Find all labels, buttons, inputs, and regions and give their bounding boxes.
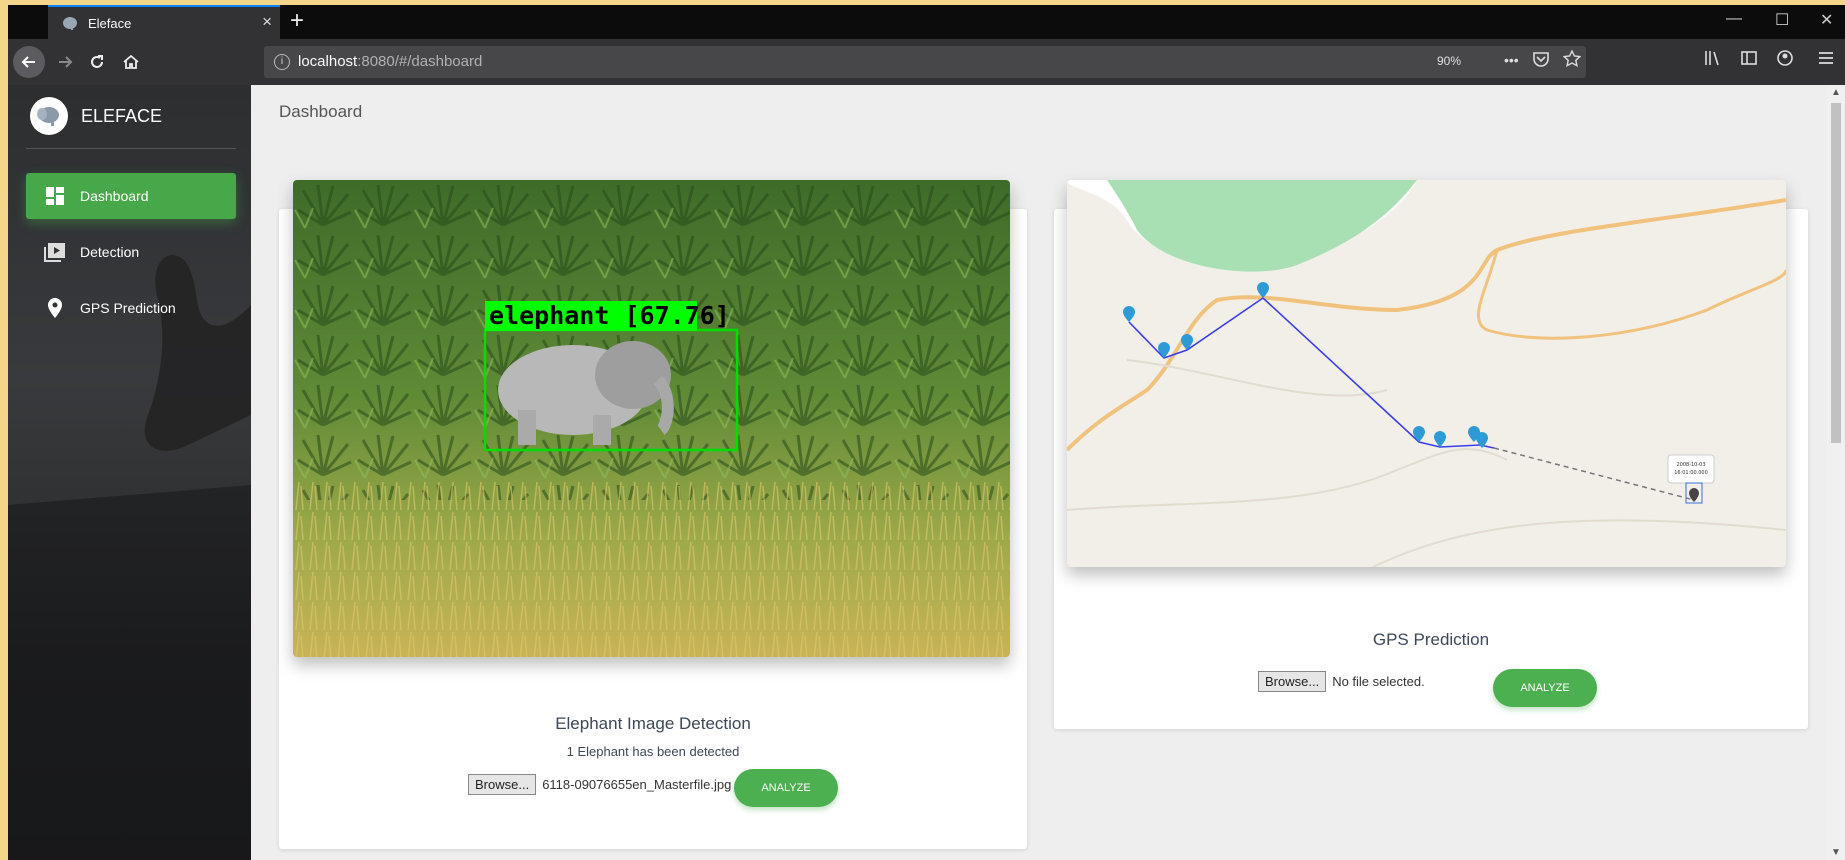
location-pin-icon xyxy=(42,297,68,319)
browser-window: Eleface × + — ☐ ✕ i localhost:8080/#/das… xyxy=(8,5,1845,860)
tab-close-button[interactable]: × xyxy=(262,12,272,32)
toolbar-icons xyxy=(1703,49,1835,72)
page-scrollbar[interactable]: ▲ ▼ xyxy=(1827,85,1845,860)
address-bar[interactable]: i localhost:8080/#/dashboard 90% ••• xyxy=(264,46,1586,78)
sidebar-item-dashboard[interactable]: Dashboard xyxy=(26,173,236,219)
info-icon[interactable]: i xyxy=(274,54,290,70)
zoom-indicator[interactable]: 90% xyxy=(1437,54,1461,68)
browse-button[interactable]: Browse... xyxy=(1258,671,1327,692)
new-tab-button[interactable]: + xyxy=(290,7,304,35)
selected-file-name: No file selected. xyxy=(1332,674,1425,689)
page-title: Dashboard xyxy=(279,102,363,121)
gps-file-input[interactable]: Browse... No file selected. xyxy=(1258,671,1425,692)
detection-image: elephant [67.76] xyxy=(293,180,1010,657)
sidebar-item-detection[interactable]: Detection xyxy=(26,229,236,275)
gps-markers xyxy=(1123,282,1488,448)
tab-bar: Eleface × + — ☐ ✕ xyxy=(8,5,1845,39)
forward-arrow-icon xyxy=(59,56,73,68)
dashboard-icon xyxy=(42,186,68,206)
back-button[interactable] xyxy=(12,39,46,85)
analyze-image-button[interactable]: ANALYZE xyxy=(734,769,838,807)
sidebar-divider xyxy=(26,148,236,149)
page-action-icons: ••• xyxy=(1504,49,1582,73)
minimize-button[interactable]: — xyxy=(1726,10,1742,28)
sidebar-item-label: Detection xyxy=(80,244,140,260)
elephant-icon xyxy=(63,17,77,30)
bookmark-star-icon[interactable] xyxy=(1562,49,1582,68)
brand-logo[interactable]: ELEFACE xyxy=(30,97,162,135)
close-window-button[interactable]: ✕ xyxy=(1820,10,1833,30)
back-arrow-icon xyxy=(13,46,45,78)
selected-file-name: 6118-09076655en_Masterfile.jpg xyxy=(542,777,732,792)
tab-eleface[interactable]: Eleface × xyxy=(48,5,280,39)
detection-result: 1 Elephant has been detected xyxy=(566,744,740,759)
home-icon xyxy=(123,54,139,69)
hamburger-menu-icon[interactable] xyxy=(1817,49,1835,67)
prediction-popup xyxy=(1667,454,1715,484)
sidebar-item-gps-prediction[interactable]: GPS Prediction xyxy=(26,285,236,331)
sidebar-item-label: GPS Prediction xyxy=(80,300,176,316)
maximize-button[interactable]: ☐ xyxy=(1775,10,1789,30)
tab-title: Eleface xyxy=(88,16,132,31)
pocket-icon[interactable] xyxy=(1532,50,1550,68)
account-icon[interactable] xyxy=(1776,49,1794,67)
scroll-down-arrow-icon[interactable]: ▼ xyxy=(1831,847,1841,858)
forward-button[interactable] xyxy=(52,39,78,85)
analyze-gps-button[interactable]: ANALYZE xyxy=(1493,669,1597,707)
svg-text:2008-10-03: 2008-10-03 xyxy=(1676,462,1705,468)
scrollbar-thumb[interactable] xyxy=(1831,103,1841,443)
library-icon[interactable] xyxy=(1703,49,1721,67)
gps-track-line xyxy=(1128,296,1495,449)
sidebar-item-label: Dashboard xyxy=(80,188,149,204)
home-button[interactable] xyxy=(118,39,144,85)
reload-icon xyxy=(91,55,103,68)
predicted-path-line xyxy=(1493,447,1695,501)
svg-text:16:01:00.000: 16:01:00.000 xyxy=(1674,470,1708,476)
reload-button[interactable] xyxy=(84,39,110,85)
detection-file-input[interactable]: Browse... 6118-09076655en_Masterfile.jpg xyxy=(468,774,731,795)
browse-button[interactable]: Browse... xyxy=(468,774,537,795)
gps-map[interactable]: 2008-10-03 16:01:00.000 xyxy=(1067,180,1786,567)
video-library-icon xyxy=(42,242,68,262)
sidebar: ELEFACE Dashboard Detection GPS Predicti xyxy=(8,85,251,860)
url-text: localhost:8080/#/dashboard xyxy=(298,53,483,70)
gps-title: GPS Prediction xyxy=(1372,630,1490,649)
scroll-up-arrow-icon[interactable]: ▲ xyxy=(1831,87,1841,98)
predicted-location-marker xyxy=(1689,488,1699,502)
sidebar-toggle-icon[interactable] xyxy=(1740,49,1758,67)
page-actions-menu-icon[interactable]: ••• xyxy=(1504,52,1519,68)
elephant-logo-icon xyxy=(30,97,68,135)
detection-label: elephant [67.76] xyxy=(489,301,730,330)
navigation-bar: i localhost:8080/#/dashboard 90% ••• xyxy=(8,39,1845,85)
detection-title: Elephant Image Detection xyxy=(555,714,751,733)
page-content: ELEFACE Dashboard Detection GPS Predicti xyxy=(8,85,1845,860)
brand-name: ELEFACE xyxy=(81,105,163,126)
